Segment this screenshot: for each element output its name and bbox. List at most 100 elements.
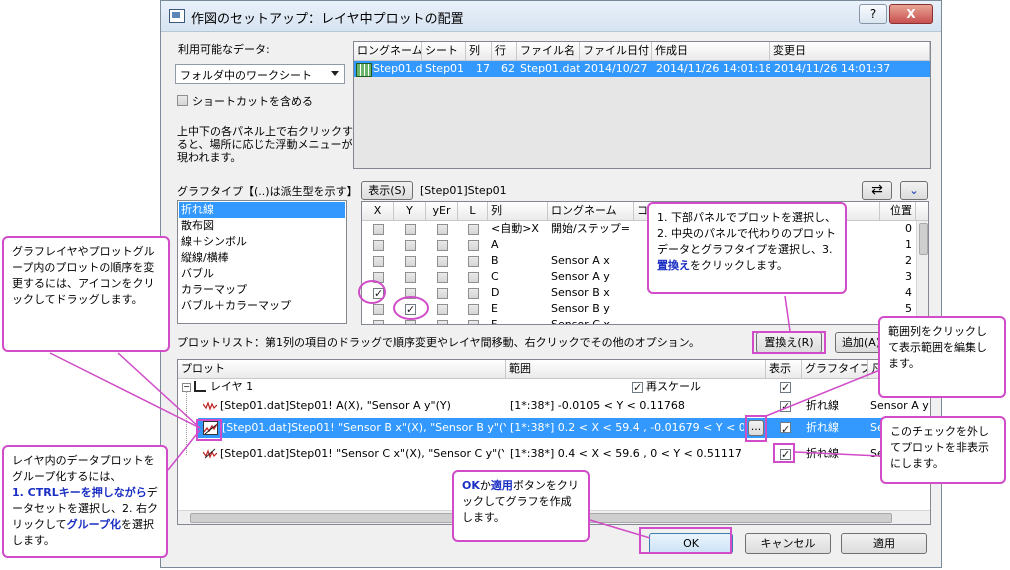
header-column[interactable]: 列 bbox=[488, 202, 548, 220]
table-row[interactable]: E Sensor B y 5 bbox=[362, 301, 916, 318]
cell-column: D bbox=[491, 286, 500, 299]
l-checkbox[interactable] bbox=[468, 240, 479, 251]
x-checkbox[interactable] bbox=[373, 304, 384, 315]
rescale-label: 再スケール bbox=[646, 380, 701, 393]
l-checkbox[interactable] bbox=[468, 224, 479, 235]
header-yerr[interactable]: yEr bbox=[426, 202, 458, 220]
worksheet-list-header: ロングネーム シート 列 行 ファイル名 ファイル日付 作成日 変更日 bbox=[354, 42, 930, 61]
cell-position: 1 bbox=[905, 238, 912, 251]
y-checkbox[interactable] bbox=[405, 256, 416, 267]
y-checkbox[interactable] bbox=[405, 272, 416, 283]
layer-show-checkbox[interactable] bbox=[780, 380, 791, 396]
callout-ok-bold2: 適用 bbox=[490, 479, 513, 492]
header-position[interactable]: 位置 bbox=[880, 202, 916, 220]
list-item[interactable]: 散布図 bbox=[181, 218, 214, 234]
callout-ok: OKか適用ボタンをクリックしてグラフを作成します。 bbox=[452, 470, 590, 542]
table-row[interactable]: F Sensor C x bbox=[362, 317, 916, 324]
layer-row[interactable]: − レイヤ 1 再スケール bbox=[178, 379, 930, 396]
header-x[interactable]: X bbox=[362, 202, 394, 220]
yerr-checkbox[interactable] bbox=[437, 320, 448, 324]
list-item[interactable]: バブル bbox=[181, 266, 214, 282]
column-table-scrollbar[interactable] bbox=[916, 221, 928, 324]
callout-replace-end: をクリックします。 bbox=[690, 259, 788, 272]
header-rows[interactable]: 行 bbox=[492, 42, 517, 60]
show-checkbox[interactable] bbox=[780, 399, 791, 415]
callout-group: レイヤ内のデータプロットをグループ化するには、 1. CTRLキーを押しながらデ… bbox=[2, 445, 168, 558]
apply-button[interactable]: 適用 bbox=[841, 533, 927, 554]
cell-range[interactable]: [1*:38*] -0.0105 < Y < 0.11768 bbox=[510, 398, 764, 414]
list-item[interactable]: バブル＋カラーマップ bbox=[181, 298, 291, 314]
cell-longname: 開始/ステップ= bbox=[551, 222, 630, 235]
close-button[interactable]: X bbox=[889, 4, 933, 24]
cell-graphtype[interactable]: 折れ線 bbox=[806, 418, 866, 438]
header-y[interactable]: Y bbox=[394, 202, 426, 220]
header-filename[interactable]: ファイル名 bbox=[517, 42, 580, 60]
list-item[interactable]: 縦線/横棒 bbox=[181, 250, 229, 266]
l-checkbox[interactable] bbox=[468, 320, 479, 324]
header-l[interactable]: L bbox=[458, 202, 488, 220]
x-checkbox[interactable] bbox=[373, 256, 384, 267]
show-button[interactable]: 表示(S) bbox=[361, 181, 413, 200]
line-plot-icon[interactable] bbox=[202, 448, 218, 459]
list-item[interactable]: 線＋シンボル bbox=[181, 234, 247, 250]
callout-group-bold: グループ化 bbox=[66, 518, 122, 531]
cancel-button[interactable]: キャンセル bbox=[745, 533, 831, 554]
yerr-checkbox[interactable] bbox=[437, 288, 448, 299]
title-bar[interactable]: 作図のセットアップ：レイヤ中プロットの配置 ? X bbox=[161, 1, 941, 32]
header-show[interactable]: 表示 bbox=[766, 360, 802, 378]
table-row[interactable]: [Step01.dat]Step01! "Sensor B x"(X), "Se… bbox=[198, 418, 930, 440]
cell-graphtype[interactable]: 折れ線 bbox=[806, 446, 866, 462]
line-plot-icon[interactable] bbox=[202, 400, 218, 411]
callout-group-step1: 1. CTRLキーを押しながら bbox=[12, 486, 147, 499]
header-created[interactable]: 作成日 bbox=[652, 42, 770, 60]
show-checkbox-highlight bbox=[773, 443, 795, 463]
show-checkbox[interactable] bbox=[780, 420, 791, 440]
collapse-chevron-icon[interactable]: ⌄ bbox=[900, 181, 928, 200]
l-checkbox[interactable] bbox=[468, 272, 479, 283]
cell-plot: [Step01.dat]Step01! A(X), "Sensor A y"(Y… bbox=[220, 399, 451, 412]
include-shortcut-checkbox[interactable] bbox=[177, 95, 188, 106]
graph-type-list[interactable]: 折れ線 散布図 線＋シンボル 縦線/横棒 バブル カラーマップ バブル＋カラーマ… bbox=[177, 200, 347, 324]
yerr-checkbox[interactable] bbox=[437, 224, 448, 235]
header-longname[interactable]: ロングネーム bbox=[548, 202, 634, 220]
header-graphtype[interactable]: グラフタイプ bbox=[802, 360, 868, 378]
cell-graphtype[interactable]: 折れ線 bbox=[806, 398, 866, 414]
y-checkbox[interactable] bbox=[405, 240, 416, 251]
cell-sheet: Step01 bbox=[425, 62, 465, 75]
header-sheet[interactable]: シート bbox=[422, 42, 466, 60]
l-checkbox[interactable] bbox=[468, 256, 479, 267]
header-plot[interactable]: プロット bbox=[178, 360, 506, 378]
x-checkbox[interactable] bbox=[373, 320, 384, 324]
table-row[interactable]: Step01.da Step01 17 62 Step01.dat 2014/1… bbox=[354, 61, 930, 77]
l-checkbox[interactable] bbox=[468, 288, 479, 299]
rescale-checkbox[interactable] bbox=[632, 380, 643, 396]
swap-arrows-icon[interactable]: ⇄ bbox=[862, 181, 892, 200]
list-item[interactable]: 折れ線 bbox=[179, 202, 345, 218]
cell-longname: Sensor B y bbox=[551, 302, 610, 315]
cell-range[interactable]: [1*:38*] 0.2 < X < 59.4 , -0.01679 < Y <… bbox=[510, 418, 744, 438]
help-button[interactable]: ? bbox=[859, 4, 887, 24]
worksheet-list[interactable]: ロングネーム シート 列 行 ファイル名 ファイル日付 作成日 変更日 Step… bbox=[353, 41, 931, 169]
header-range[interactable]: 範囲 bbox=[506, 360, 766, 378]
yerr-checkbox[interactable] bbox=[437, 304, 448, 315]
y-checkbox[interactable] bbox=[405, 320, 416, 324]
available-data-combo[interactable]: フォルダ中のワークシート bbox=[175, 64, 345, 84]
list-item[interactable]: カラーマップ bbox=[181, 282, 247, 298]
table-row[interactable]: [Step01.dat]Step01! "Sensor C x"(X), "Se… bbox=[178, 446, 930, 463]
yerr-checkbox[interactable] bbox=[437, 240, 448, 251]
header-modified[interactable]: 変更日 bbox=[770, 42, 930, 60]
scroll-thumb[interactable] bbox=[919, 223, 928, 255]
l-checkbox[interactable] bbox=[468, 304, 479, 315]
yerr-checkbox[interactable] bbox=[437, 272, 448, 283]
x-checkbox[interactable] bbox=[373, 224, 384, 235]
y-checkbox[interactable] bbox=[405, 224, 416, 235]
cell-created: 2014/11/26 14:01:18 bbox=[656, 62, 770, 75]
ok-button-highlight bbox=[639, 527, 732, 554]
x-checkbox[interactable] bbox=[373, 240, 384, 251]
header-longname[interactable]: ロングネーム bbox=[354, 42, 422, 60]
cell-range[interactable]: [1*:38*] 0.4 < X < 59.6 , 0 < Y < 0.5111… bbox=[510, 446, 764, 462]
header-cols[interactable]: 列 bbox=[466, 42, 492, 60]
header-filedate[interactable]: ファイル日付 bbox=[580, 42, 652, 60]
yerr-checkbox[interactable] bbox=[437, 256, 448, 267]
table-row[interactable]: [Step01.dat]Step01! A(X), "Sensor A y"(Y… bbox=[178, 398, 930, 415]
